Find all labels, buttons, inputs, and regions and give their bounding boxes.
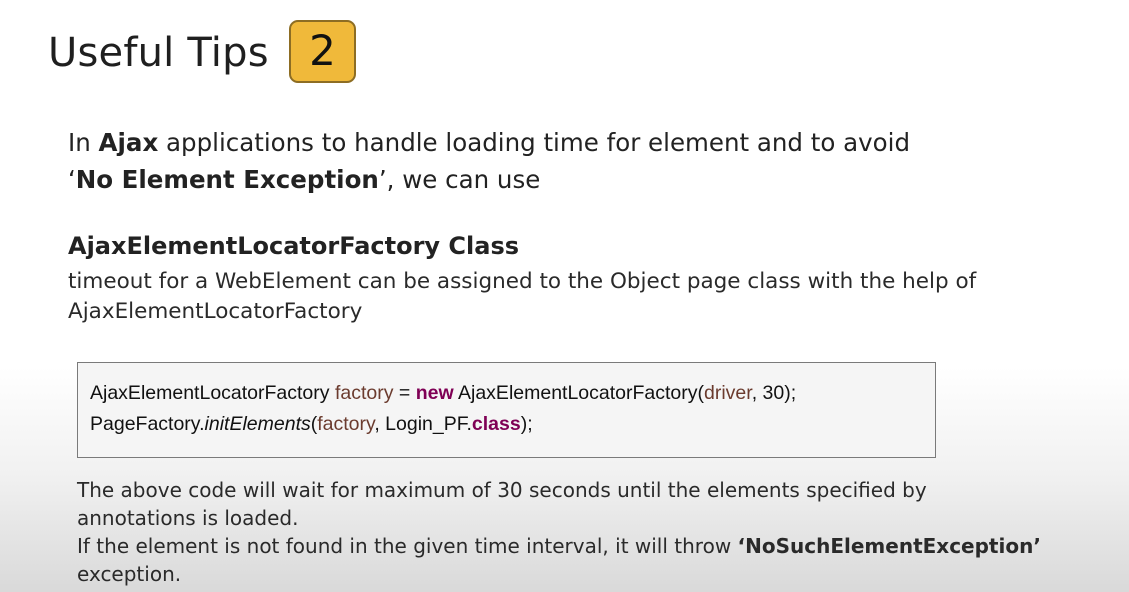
code-token: = — [393, 382, 416, 404]
intro-text: In — [68, 128, 99, 157]
description-line: timeout for a WebElement can be assigned… — [68, 269, 977, 294]
tip-number-badge: 2 — [289, 20, 356, 83]
intro-quote: ’ — [378, 165, 387, 194]
note-line: annotations is loaded. — [77, 506, 299, 530]
code-line-1: AjaxElementLocatorFactory factory = new … — [90, 382, 796, 405]
code-snippet-box: AjaxElementLocatorFactory factory = new … — [77, 362, 936, 458]
intro-ajax-bold: Ajax — [98, 128, 159, 157]
intro-text: applications to handle loading time for … — [158, 128, 910, 157]
intro-paragraph: In Ajax applications to handle loading t… — [68, 124, 1068, 198]
intro-text: , we can use — [386, 165, 541, 194]
code-keyword: new — [415, 382, 454, 404]
class-heading: AjaxElementLocatorFactory Class — [68, 232, 520, 260]
code-method: initElements — [204, 413, 311, 435]
note-line: If the element is not found in the given… — [77, 534, 738, 558]
note-exception-bold: ‘NoSuchElementException’ — [737, 534, 1041, 558]
code-token: , Login_PF. — [374, 413, 472, 435]
code-line-2: PageFactory.initElements(factory, Login_… — [90, 413, 533, 436]
code-keyword: class — [471, 413, 521, 435]
slide-title: Useful Tips — [48, 30, 269, 76]
description-line: AjaxElementLocatorFactory — [68, 299, 363, 324]
code-variable: driver — [704, 382, 752, 404]
code-token: AjaxElementLocatorFactory — [90, 382, 335, 404]
explanation-note: The above code will wait for maximum of … — [77, 476, 1117, 588]
code-token: , 30); — [751, 382, 797, 404]
intro-quote: ‘ — [68, 165, 76, 194]
note-line: exception. — [77, 562, 182, 586]
class-description: timeout for a WebElement can be assigned… — [68, 267, 1068, 327]
code-token: AjaxElementLocatorFactory( — [453, 382, 705, 404]
note-line: The above code will wait for maximum of … — [77, 478, 927, 502]
code-token: ); — [520, 413, 533, 435]
intro-exception-bold: No Element Exception — [75, 165, 379, 194]
code-token: PageFactory. — [90, 413, 205, 435]
code-variable: factory — [317, 413, 375, 435]
code-variable: factory — [334, 382, 394, 404]
